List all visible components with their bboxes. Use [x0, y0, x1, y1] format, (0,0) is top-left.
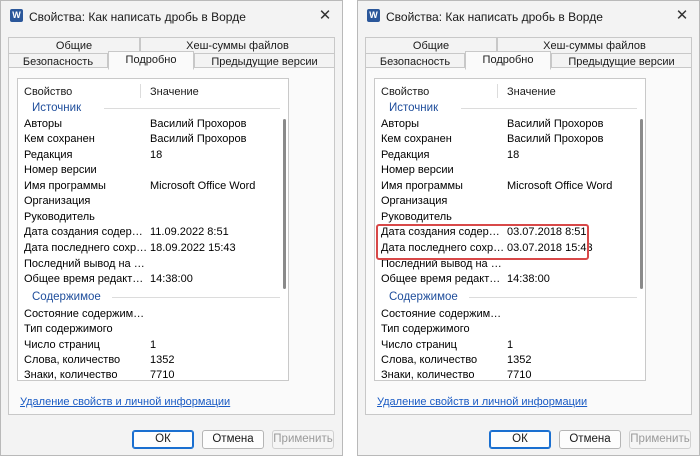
close-icon[interactable]: ✕: [314, 6, 336, 26]
property-name: Число страниц: [381, 339, 457, 351]
word-app-icon: W: [10, 9, 23, 22]
property-name: Общее время редактирования: [381, 273, 505, 285]
property-value: Василий Прохоров: [507, 118, 604, 130]
property-name: Слова, количество: [24, 354, 121, 366]
property-name: Руководитель: [381, 211, 452, 223]
property-name: Кем сохранен: [24, 133, 95, 145]
column-divider[interactable]: [497, 84, 498, 98]
group-divider: [112, 297, 280, 298]
tab-details[interactable]: Подробно: [108, 51, 194, 70]
group-divider: [469, 297, 637, 298]
property-name: Тип содержимого: [24, 323, 113, 335]
property-list[interactable]: Свойство Значение Источник Авторы Василий…: [374, 78, 646, 381]
column-value[interactable]: Значение: [507, 85, 556, 100]
details-panel: Свойство Значение Источник Авторы Василий…: [8, 67, 335, 415]
title-bar: W Свойства: Как написать дробь в Ворде ✕: [358, 1, 699, 31]
property-name: Знаки, количество: [24, 369, 118, 381]
property-value: 1352: [507, 354, 532, 366]
group-source: Источник: [24, 101, 282, 116]
apply-button[interactable]: Применить: [272, 430, 334, 449]
close-icon[interactable]: ✕: [671, 6, 693, 26]
property-name: Последний вывод на печать: [381, 258, 505, 270]
property-value: 1: [150, 339, 157, 351]
cancel-button[interactable]: Отмена: [559, 430, 621, 449]
properties-dialog-right: W Свойства: Как написать дробь в Ворде ✕…: [357, 0, 700, 456]
property-value: Василий Прохоров: [507, 133, 604, 145]
property-name: Организация: [24, 195, 91, 207]
property-value: 03.07.2018 8:51: [507, 226, 587, 238]
property-name: Дата создания содержимого: [24, 226, 148, 238]
property-value: 18: [150, 149, 163, 161]
property-name: Тип содержимого: [381, 323, 470, 335]
property-name: Общее время редактирования: [24, 273, 148, 285]
group-source: Источник: [381, 101, 639, 116]
apply-button[interactable]: Применить: [629, 430, 691, 449]
property-value: 7710: [150, 369, 175, 381]
remove-properties-link[interactable]: Удаление свойств и личной информации: [377, 396, 587, 408]
window-title: Свойства: Как написать дробь в Ворде: [29, 10, 246, 24]
property-value: 18: [507, 149, 520, 161]
properties-dialog-left: W Свойства: Как написать дробь в Ворде ✕…: [0, 0, 343, 456]
property-value: Microsoft Office Word: [507, 180, 613, 192]
title-bar: W Свойства: Как написать дробь в Ворде ✕: [1, 1, 342, 31]
property-name: Имя программы: [381, 180, 463, 192]
ok-button[interactable]: ОК: [489, 430, 551, 449]
details-panel: Свойство Значение Источник Авторы Василий…: [365, 67, 692, 415]
property-name: Число страниц: [24, 339, 100, 351]
column-value[interactable]: Значение: [150, 85, 199, 100]
property-value: 03.07.2018 15:43: [507, 242, 593, 254]
scrollbar-thumb[interactable]: [640, 119, 643, 289]
property-name: Руководитель: [24, 211, 95, 223]
property-name: Номер версии: [381, 164, 454, 176]
property-value: 1: [507, 339, 514, 351]
property-name: Редакция: [24, 149, 73, 161]
property-name: Знаки, количество: [381, 369, 475, 381]
ok-button[interactable]: ОК: [132, 430, 194, 449]
property-list[interactable]: Свойство Значение Источник Авторы Василий…: [17, 78, 289, 381]
property-value: 14:38:00: [150, 273, 193, 285]
window-title: Свойства: Как написать дробь в Ворде: [386, 10, 603, 24]
property-value: 1352: [150, 354, 175, 366]
property-name: Дата создания содержимого: [381, 226, 505, 238]
remove-properties-link[interactable]: Удаление свойств и личной информации: [20, 396, 230, 408]
group-divider: [461, 108, 637, 109]
property-name: Авторы: [381, 118, 419, 130]
column-property[interactable]: Свойство: [24, 85, 148, 100]
property-name: Состояние содержимого: [381, 308, 505, 320]
property-name: Последний вывод на печать: [24, 258, 148, 270]
column-property[interactable]: Свойство: [381, 85, 505, 100]
property-name: Дата последнего сохранения: [24, 242, 148, 254]
property-value: Василий Прохоров: [150, 133, 247, 145]
property-name: Состояние содержимого: [24, 308, 148, 320]
property-name: Авторы: [24, 118, 62, 130]
tab-details[interactable]: Подробно: [465, 51, 551, 70]
property-name: Слова, количество: [381, 354, 478, 366]
word-app-icon: W: [367, 9, 380, 22]
property-name: Номер версии: [24, 164, 97, 176]
scrollbar-thumb[interactable]: [283, 119, 286, 289]
group-content: Содержимое: [381, 290, 639, 305]
property-value: 18.09.2022 15:43: [150, 242, 236, 254]
group-content: Содержимое: [24, 290, 282, 305]
property-value: 11.09.2022 8:51: [150, 226, 229, 238]
column-divider[interactable]: [140, 84, 141, 98]
property-value: Василий Прохоров: [150, 118, 247, 130]
property-name: Организация: [381, 195, 448, 207]
property-value: 7710: [507, 369, 532, 381]
property-name: Дата последнего сохранения: [381, 242, 505, 254]
property-name: Кем сохранен: [381, 133, 452, 145]
cancel-button[interactable]: Отмена: [202, 430, 264, 449]
group-divider: [104, 108, 280, 109]
property-name: Имя программы: [24, 180, 106, 192]
property-value: 14:38:00: [507, 273, 550, 285]
property-name: Редакция: [381, 149, 430, 161]
property-value: Microsoft Office Word: [150, 180, 256, 192]
